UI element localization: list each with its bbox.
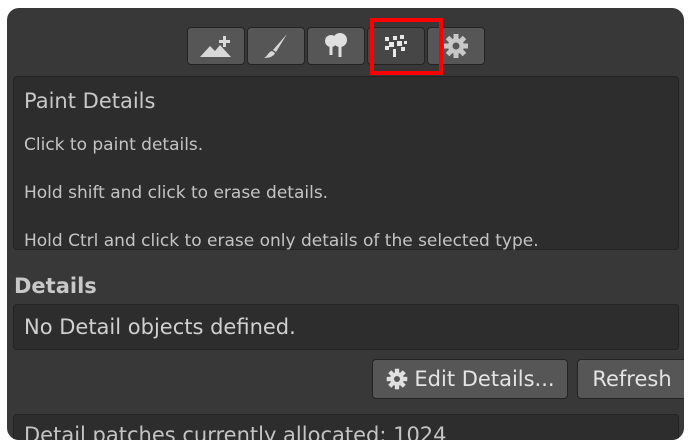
no-details-message: No Detail objects defined. bbox=[24, 315, 296, 339]
refresh-label: Refresh bbox=[592, 367, 672, 391]
terrain-inspector-panel: Paint Details Click to paint details. Ho… bbox=[7, 8, 684, 440]
raise-terrain-tool-button[interactable] bbox=[187, 27, 245, 65]
gear-icon bbox=[444, 34, 468, 58]
help-line-ctrl: Hold Ctrl and click to erase only detail… bbox=[24, 231, 539, 251]
edit-details-label: Edit Details... bbox=[414, 367, 555, 391]
paint-details-help-box: Paint Details Click to paint details. Ho… bbox=[13, 76, 679, 251]
paint-details-tool-button[interactable] bbox=[367, 27, 425, 65]
help-title: Paint Details bbox=[24, 89, 156, 113]
help-line-click: Click to paint details. bbox=[24, 135, 204, 155]
details-section-title: Details bbox=[14, 274, 97, 298]
paint-trees-tool-button[interactable] bbox=[307, 27, 365, 65]
mountain-plus-icon bbox=[200, 36, 231, 57]
details-grass-icon bbox=[385, 35, 407, 57]
trees-icon bbox=[325, 33, 347, 57]
detail-patches-text: Detail patches currently allocated: 1024 bbox=[24, 423, 447, 440]
edit-details-button[interactable]: Edit Details... bbox=[372, 359, 568, 399]
details-list-box: No Detail objects defined. bbox=[13, 304, 679, 350]
detail-patches-info: Detail patches currently allocated: 1024 bbox=[13, 414, 679, 440]
help-line-shift: Hold shift and click to erase details. bbox=[24, 183, 329, 203]
paintbrush-icon bbox=[264, 34, 287, 58]
gear-icon bbox=[385, 367, 409, 391]
terrain-toolbar bbox=[187, 27, 487, 67]
refresh-button[interactable]: Refresh bbox=[577, 359, 684, 399]
paint-texture-tool-button[interactable] bbox=[247, 27, 305, 65]
terrain-settings-tool-button[interactable] bbox=[427, 27, 485, 65]
